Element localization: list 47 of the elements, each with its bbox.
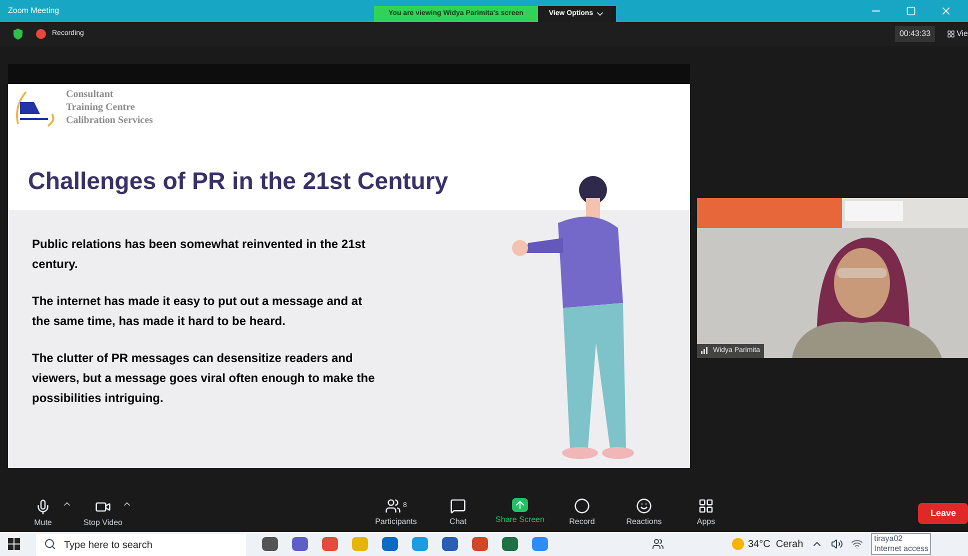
toolbar-button[interactable]: Share Screen (489, 498, 551, 528)
logo-text: Calibration Services (66, 114, 153, 127)
toolbar-button[interactable]: Stop Video (72, 498, 134, 528)
slide-title: Challenges of PR in the 21st Century (28, 167, 450, 197)
maximize-icon[interactable] (906, 6, 916, 16)
toolbar-button[interactable]: Reactions (613, 498, 675, 528)
speaker-icon[interactable] (831, 538, 844, 550)
chat-icon (450, 498, 466, 514)
weather-icon (732, 538, 744, 550)
toolbar-button[interactable]: Record (551, 498, 613, 528)
shield-icon (12, 28, 24, 40)
search-icon (44, 538, 56, 550)
taskbar-app-icon[interactable] (502, 537, 518, 551)
view-button[interactable]: Vie (946, 28, 968, 40)
taskbar-app-icon[interactable] (382, 537, 398, 551)
meeting-timer: 00:43:33 (895, 26, 935, 42)
microphone-icon (35, 498, 51, 514)
people-icon[interactable] (652, 538, 664, 550)
smiley-icon (636, 498, 652, 514)
logo-text: Training Centre (66, 101, 136, 114)
taskbar-app-icon[interactable] (442, 537, 458, 551)
tooltip-text: Internet access (874, 544, 928, 554)
signal-icon (701, 347, 709, 354)
windows-icon[interactable] (8, 538, 20, 550)
taskbar-app-icon[interactable] (262, 537, 278, 551)
apps-icon (698, 498, 714, 514)
share-screen-icon (512, 498, 528, 512)
toolbar-button[interactable]: Chat (427, 498, 489, 528)
people-icon (385, 498, 402, 514)
slide-paragraph: Public relations has been somewhat reinvented in the 21st century. (32, 236, 366, 273)
taskbar-search-field[interactable]: Type here to search (36, 534, 246, 556)
taskbar-app-icon[interactable] (532, 537, 548, 551)
window-title: Zoom Meeting (8, 5, 60, 17)
taskbar-app-icon[interactable] (322, 537, 338, 551)
toolbar-button[interactable]: Mute (12, 498, 74, 528)
weather-text: 34°C Cerah (748, 538, 804, 552)
logo-text: Consultant (66, 88, 114, 101)
taskbar-app-icon[interactable] (472, 537, 488, 551)
close-icon[interactable] (940, 5, 952, 17)
grid-icon (946, 30, 955, 38)
taskbar-app-icon[interactable] (292, 537, 308, 551)
toolbar-button[interactable]: Apps (675, 498, 737, 528)
record-icon (574, 498, 590, 514)
tooltip-text: tiraya02 (874, 534, 904, 544)
slide-paragraph: The internet has made it easy to put out a message and at the same time, has made it hard to be heard. (32, 293, 364, 330)
leave-button[interactable]: Leave (918, 502, 968, 524)
slide-paragraph: The clutter of PR messages can desensitize readers and viewers, but a message goes viral often enough to make the possibilities intriguing. (32, 350, 376, 407)
